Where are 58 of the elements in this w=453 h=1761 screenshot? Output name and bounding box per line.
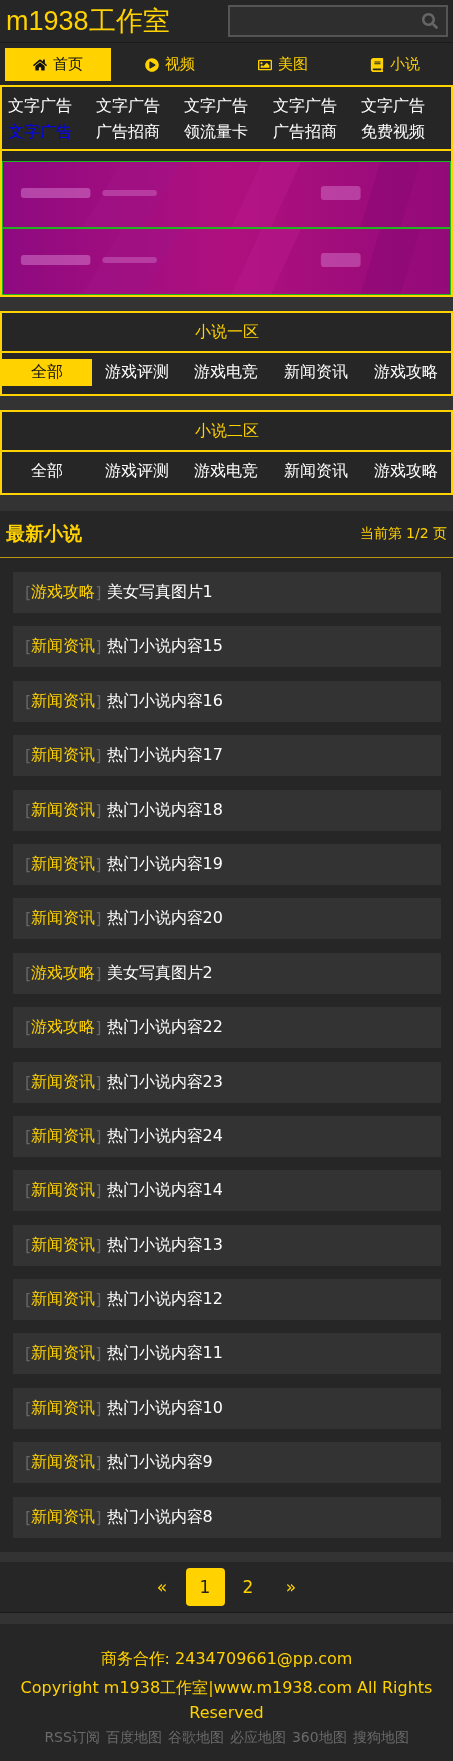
site-title: m1938工作室 bbox=[6, 5, 170, 38]
article-link[interactable]: [新闻资讯] 热门小说内容20 bbox=[13, 898, 441, 940]
ad-link[interactable]: 免费视频 bbox=[360, 121, 449, 143]
article-link[interactable]: [新闻资讯] 热门小说内容19 bbox=[13, 843, 441, 885]
article-link[interactable]: [新闻资讯] 热门小说内容23 bbox=[13, 1061, 441, 1103]
ad-link[interactable]: 文字广告 bbox=[360, 95, 449, 117]
search-icon[interactable] bbox=[422, 13, 438, 29]
category-tab[interactable]: 游戏电竞 bbox=[181, 359, 272, 386]
page-info: 当前第 1/2 页 bbox=[359, 525, 447, 543]
category-tab[interactable]: 全部 bbox=[2, 458, 92, 485]
article-link[interactable]: [新闻资讯] 热门小说内容8 bbox=[13, 1496, 441, 1538]
category-tab[interactable]: 新闻资讯 bbox=[271, 458, 362, 485]
category-tab[interactable]: 全部 bbox=[2, 359, 92, 386]
section-title: 小说一区 bbox=[2, 313, 451, 353]
category-tab[interactable]: 游戏评测 bbox=[91, 359, 182, 386]
article-link[interactable]: [新闻资讯] 热门小说内容10 bbox=[13, 1387, 441, 1429]
nav-tab[interactable]: 首页 bbox=[5, 48, 112, 81]
article-link[interactable]: [新闻资讯] 热门小说内容15 bbox=[13, 626, 441, 668]
play-icon bbox=[145, 57, 160, 72]
article-link[interactable]: [游戏攻略] 美女写真图片1 bbox=[13, 572, 441, 613]
article-link[interactable]: [新闻资讯] 热门小说内容13 bbox=[13, 1224, 441, 1266]
article-link[interactable]: [新闻资讯] 热门小说内容17 bbox=[13, 735, 441, 777]
article-link[interactable]: [游戏攻略] 美女写真图片2 bbox=[13, 952, 441, 994]
ad-link[interactable]: 领流量卡 bbox=[184, 121, 273, 143]
ad-link[interactable]: 文字广告 bbox=[8, 95, 97, 117]
page-button[interactable]: 2 bbox=[228, 1567, 268, 1606]
article-link[interactable]: [游戏攻略] 热门小说内容22 bbox=[13, 1007, 441, 1049]
search-field[interactable] bbox=[228, 5, 448, 37]
nav-tab[interactable]: 视频 bbox=[117, 48, 224, 81]
ad-link[interactable]: 文字广告 bbox=[96, 95, 185, 117]
contact-text: 商务合作: 2434709661@pp.com bbox=[100, 1647, 353, 1670]
category-tab[interactable]: 新闻资讯 bbox=[271, 359, 362, 386]
article-link[interactable]: [新闻资讯] 热门小说内容16 bbox=[13, 680, 441, 722]
home-icon bbox=[33, 57, 48, 72]
ad-link[interactable]: 文字广告 bbox=[184, 95, 273, 117]
nav-tab[interactable]: 美图 bbox=[229, 48, 336, 81]
nav-tab[interactable]: 小说 bbox=[341, 48, 448, 81]
ad-link[interactable]: 广告招商 bbox=[272, 121, 361, 143]
image-icon bbox=[257, 57, 272, 72]
book-icon bbox=[369, 57, 384, 72]
page-button[interactable]: » bbox=[271, 1567, 311, 1606]
article-link[interactable]: [新闻资讯] 热门小说内容24 bbox=[13, 1115, 441, 1157]
ad-link[interactable]: 文字广告 bbox=[272, 95, 361, 117]
article-link[interactable]: [新闻资讯] 热门小说内容18 bbox=[13, 789, 441, 831]
page-button[interactable]: 1 bbox=[185, 1567, 225, 1606]
category-tab[interactable]: 游戏攻略 bbox=[361, 359, 451, 386]
category-tab[interactable]: 游戏评测 bbox=[91, 458, 182, 485]
page-button[interactable]: « bbox=[142, 1567, 182, 1606]
list-heading: 最新小说 bbox=[6, 521, 82, 546]
article-link[interactable]: [新闻资讯] 热门小说内容12 bbox=[13, 1279, 441, 1321]
category-tab[interactable]: 游戏电竞 bbox=[181, 458, 272, 485]
category-tab[interactable]: 游戏攻略 bbox=[361, 458, 451, 485]
section-title: 小说二区 bbox=[2, 412, 451, 452]
ad-link[interactable]: 广告招商 bbox=[96, 121, 185, 143]
copyright-text: Copyright m1938工作室|www.m1938.com All Rights Reserved bbox=[19, 1676, 434, 1724]
article-link[interactable]: [新闻资讯] 热门小说内容14 bbox=[13, 1170, 441, 1212]
article-link[interactable]: [新闻资讯] 热门小说内容11 bbox=[13, 1333, 441, 1375]
article-link[interactable]: [新闻资讯] 热门小说内容9 bbox=[13, 1442, 441, 1484]
